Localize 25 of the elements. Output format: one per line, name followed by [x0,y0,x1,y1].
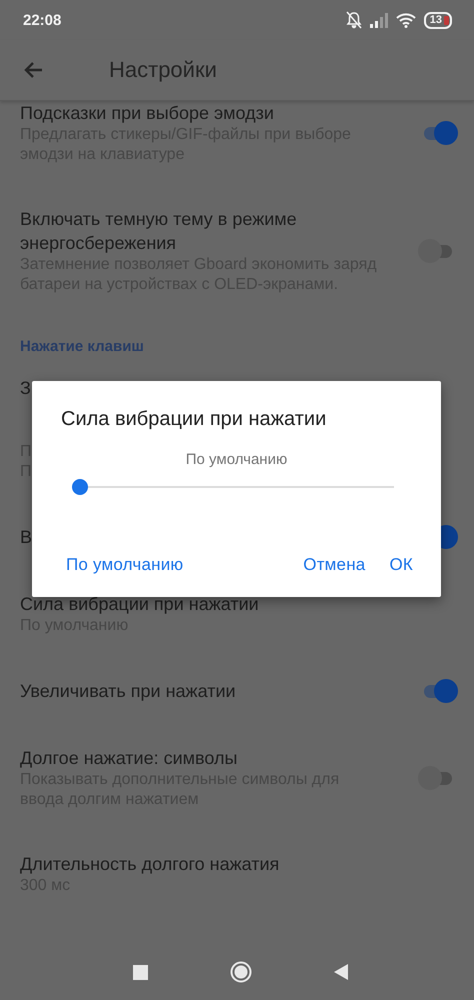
cancel-button[interactable]: Отмена [291,547,378,583]
slider-thumb[interactable] [72,479,88,495]
back-icon[interactable] [334,964,348,980]
setting-title: Долгое нажатие: символы [20,747,238,770]
setting-title: З [20,377,31,400]
dialog-title: Сила вибрации при нажатии [61,407,328,431]
default-button[interactable]: По умолчанию [54,547,196,583]
page-title: Настройки [109,57,217,83]
setting-title: Включать темную тему в режиме энергосбережения [20,208,298,255]
signal-icon [370,12,388,28]
bell-off-icon [346,11,362,29]
setting-title: В [20,526,32,549]
setting-title: Увеличивать при нажатии [20,680,236,703]
setting-title: Длительность долгого нажатия [20,853,280,876]
slider-value: По умолчанию [184,451,288,468]
setting-title: Сила вибрации при нажатии [20,593,259,616]
section-header: Нажатие клавиш [19,337,145,355]
status-time: 22:08 [23,12,62,28]
recents-icon[interactable] [132,964,148,980]
wifi-icon [396,12,416,28]
battery-level: 13 [430,14,442,26]
setting-title: Подсказки при выборе эмодзи [20,102,274,125]
battery-low-bar [444,16,449,24]
ok-button[interactable]: ОК [377,547,425,583]
home-icon[interactable] [230,961,252,983]
